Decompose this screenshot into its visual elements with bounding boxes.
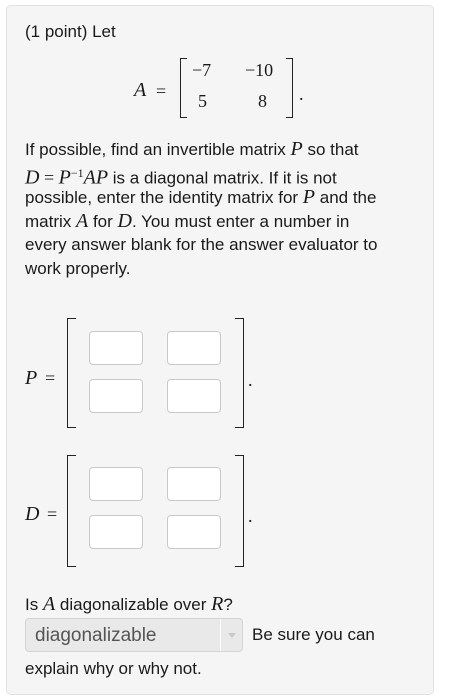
answer-D-period: . [248, 506, 253, 526]
diagonalizable-select[interactable]: diagonalizable [25, 618, 243, 652]
question-text-segment: every answer blank for the answer evalua… [25, 235, 378, 254]
diagonalizable-question: Is A diagonalizable over R? [25, 592, 233, 617]
question-text-segment: for [88, 212, 118, 231]
answer-D-right-bracket [235, 455, 244, 567]
answer-D-label: D [25, 503, 40, 525]
answer-P-entry-22-input[interactable] [167, 379, 221, 413]
question-text-segment: matrix [25, 212, 76, 231]
matrix-A-period: . [299, 84, 304, 104]
answer-P-equals: = [45, 368, 56, 388]
math-symbol: D [117, 210, 132, 232]
matrix-A-equals: = [156, 81, 167, 101]
matrix-A-entry-12: −10 [245, 60, 274, 80]
diag-question-middle: diagonalizable over [55, 595, 212, 614]
question-line: matrix A for D. You must enter a number … [25, 209, 425, 233]
answer-P-entry-11-input[interactable] [89, 331, 143, 365]
math-symbol: A [76, 210, 89, 232]
question-text: If possible, find an invertible matrix P… [25, 137, 425, 281]
diag-question-A: A [42, 593, 56, 615]
answer-P-entry-21-input[interactable] [89, 379, 143, 413]
question-line: D = P−1AP is a diagonal matrix. If it is… [25, 161, 425, 189]
question-line: every answer blank for the answer evalua… [25, 233, 425, 257]
math-symbol: P [302, 186, 316, 208]
question-text-segment: work properly. [25, 259, 131, 278]
question-line: If possible, find an invertible matrix P… [25, 137, 425, 161]
matrix-A-entry-22: 8 [258, 91, 267, 111]
answer-P-period: . [248, 370, 253, 390]
note-line-1: Be sure you can [252, 625, 375, 644]
question-text-segment: −1 [70, 166, 84, 180]
question-text-segment: so that [302, 140, 359, 159]
problem-intro: (1 point) Let [25, 22, 116, 41]
question-line: possible, enter the identity matrix for … [25, 185, 425, 209]
chevron-down-icon[interactable] [220, 619, 242, 651]
matrix-A-right-bracket [286, 58, 293, 118]
answer-D-entry-11-input[interactable] [89, 467, 143, 501]
question-text-segment: . You must enter a number in [131, 212, 350, 231]
matrix-A-entry-21: 5 [198, 91, 207, 111]
question-text-segment: possible, enter the identity matrix for [25, 188, 303, 207]
diag-question-R: R [211, 593, 224, 615]
diag-question-before: Is [25, 595, 43, 614]
answer-P-entry-12-input[interactable] [167, 331, 221, 365]
note-line-2: explain why or why not. [25, 659, 202, 678]
matrix-A-left-bracket [180, 58, 187, 118]
matrix-A-name: A [134, 79, 147, 101]
answer-D-entry-21-input[interactable] [89, 515, 143, 549]
question-text-segment: If possible, find an invertible matrix [25, 140, 291, 159]
answer-D-left-bracket [67, 455, 76, 567]
math-symbol: P [290, 138, 303, 160]
diag-question-after: ? [223, 595, 233, 614]
question-text-segment: and the [315, 188, 377, 207]
answer-D-entry-22-input[interactable] [167, 515, 221, 549]
question-line: work properly. [25, 257, 425, 281]
answer-D-entry-12-input[interactable] [167, 467, 221, 501]
answer-D-equals: = [47, 504, 58, 524]
answer-P-label: P [25, 367, 38, 389]
answer-P-left-bracket [67, 318, 76, 428]
diagonalizable-select-value: diagonalizable [35, 625, 157, 646]
answer-P-right-bracket [235, 318, 244, 428]
matrix-A-entry-11: −7 [192, 60, 212, 80]
